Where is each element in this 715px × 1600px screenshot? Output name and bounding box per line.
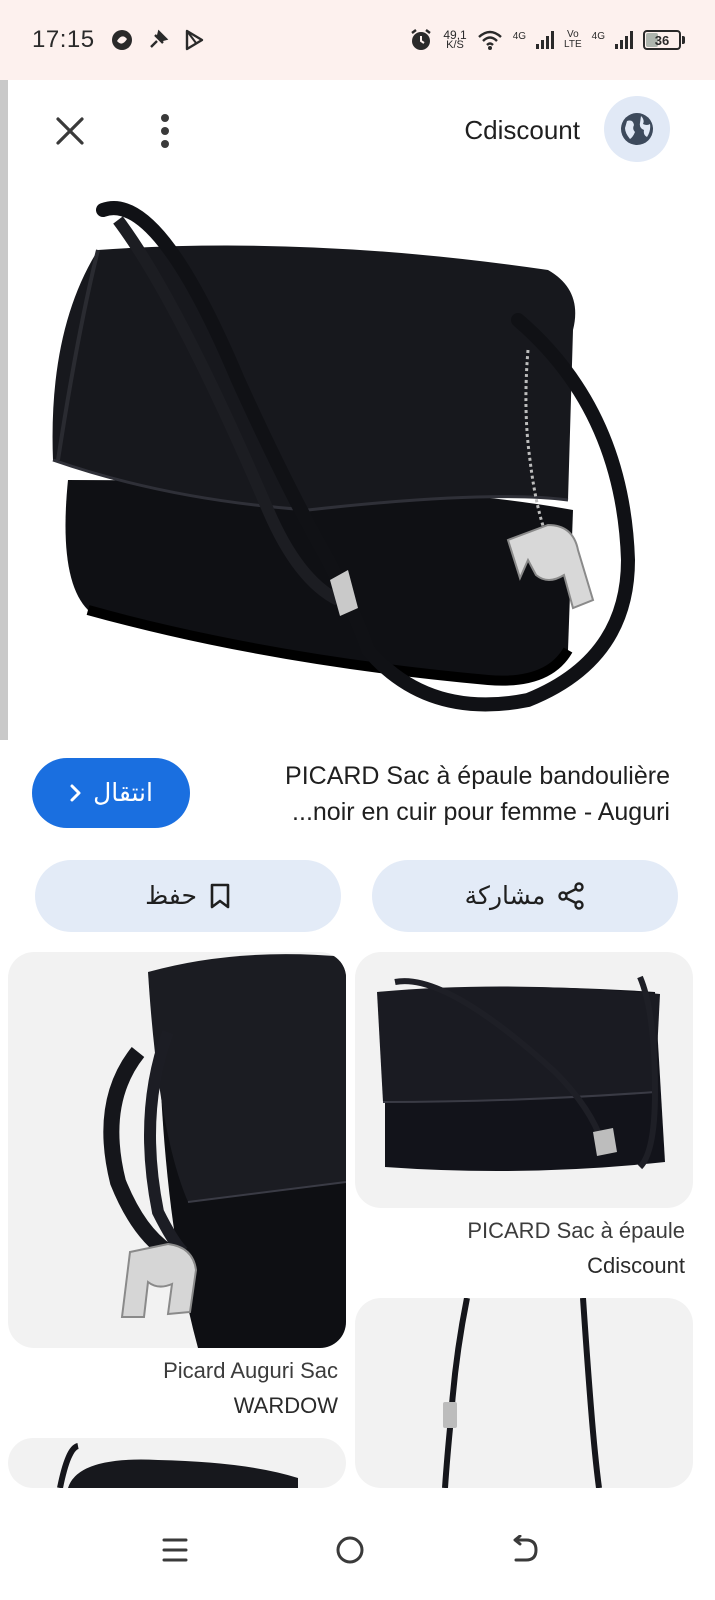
viewer-toolbar: Cdiscount: [0, 80, 715, 180]
pin-icon: [149, 29, 168, 48]
alarm-icon: [411, 29, 432, 50]
status-bar: 17:15 49,1 K/S 4G Vo LTE 4G 36: [0, 0, 715, 80]
share-button[interactable]: مشاركة: [372, 860, 678, 932]
home-icon: [336, 1536, 364, 1564]
handbag-image: [57, 1443, 298, 1488]
play-store-icon: [185, 29, 203, 51]
related-source-2: WARDOW: [233, 1393, 338, 1418]
network-type-1: 4G: [512, 31, 527, 42]
visit-label: انتقال: [93, 779, 153, 807]
product-image[interactable]: [8, 180, 715, 740]
battery-level: 36: [654, 32, 670, 48]
save-label: حفظ: [145, 882, 197, 910]
visit-button[interactable]: انتقال: [32, 758, 190, 828]
related-title-2[interactable]: Picard Auguri Sac: [8, 1354, 338, 1388]
related-image-4[interactable]: [8, 1438, 346, 1488]
related-image-2[interactable]: [355, 1298, 693, 1488]
home-button[interactable]: [325, 1525, 375, 1575]
globe-icon: [621, 113, 653, 145]
related-source-1: Cdiscount: [587, 1253, 685, 1278]
handbag-image: [52, 201, 636, 712]
more-options-button[interactable]: [140, 106, 190, 156]
bookmark-icon: [210, 883, 230, 909]
related-image-1[interactable]: [355, 952, 693, 1208]
app-notification-icon: [111, 30, 132, 50]
related-image-3[interactable]: [8, 952, 346, 1348]
result-title-line1: PICARD Sac à épaule bandoulière: [285, 762, 670, 790]
share-icon: [558, 882, 585, 910]
source-site-button[interactable]: [604, 96, 670, 162]
handbag-strap-image: [442, 1298, 602, 1488]
share-label: مشاركة: [464, 882, 546, 910]
speed-unit: K/S: [446, 39, 464, 51]
save-button[interactable]: حفظ: [35, 860, 341, 932]
network-type-2: 4G: [591, 31, 605, 42]
chevron-right-icon: [70, 784, 81, 802]
close-icon: [56, 117, 84, 145]
result-title-line2: ...noir en cuir pour femme - Auguri: [292, 798, 670, 826]
network-speed: 49,1 K/S: [443, 29, 466, 51]
result-title[interactable]: PICARD Sac à épaule bandoulière ...noir …: [230, 758, 670, 830]
close-button[interactable]: [45, 106, 95, 156]
signal-bars-1-icon: [536, 31, 555, 49]
related-title-1[interactable]: PICARD Sac à épaule: [355, 1214, 685, 1248]
handbag-image: [377, 975, 665, 1171]
handbag-closeup-image: [103, 954, 346, 1348]
recents-button[interactable]: [150, 1525, 200, 1575]
status-time: 17:15: [32, 26, 95, 53]
system-nav-bar: [0, 1500, 715, 1600]
volte-bottom: LTE: [564, 39, 582, 50]
wifi-icon: [477, 30, 502, 50]
back-button[interactable]: [500, 1525, 550, 1575]
source-site-name[interactable]: Cdiscount: [464, 115, 580, 146]
more-vert-icon: [161, 114, 169, 148]
battery-indicator: 36: [643, 30, 685, 50]
volte-indicator: Vo LTE: [564, 30, 582, 50]
back-icon: [513, 1535, 538, 1562]
signal-bars-2-icon: [615, 31, 633, 49]
recents-icon: [162, 1538, 188, 1562]
